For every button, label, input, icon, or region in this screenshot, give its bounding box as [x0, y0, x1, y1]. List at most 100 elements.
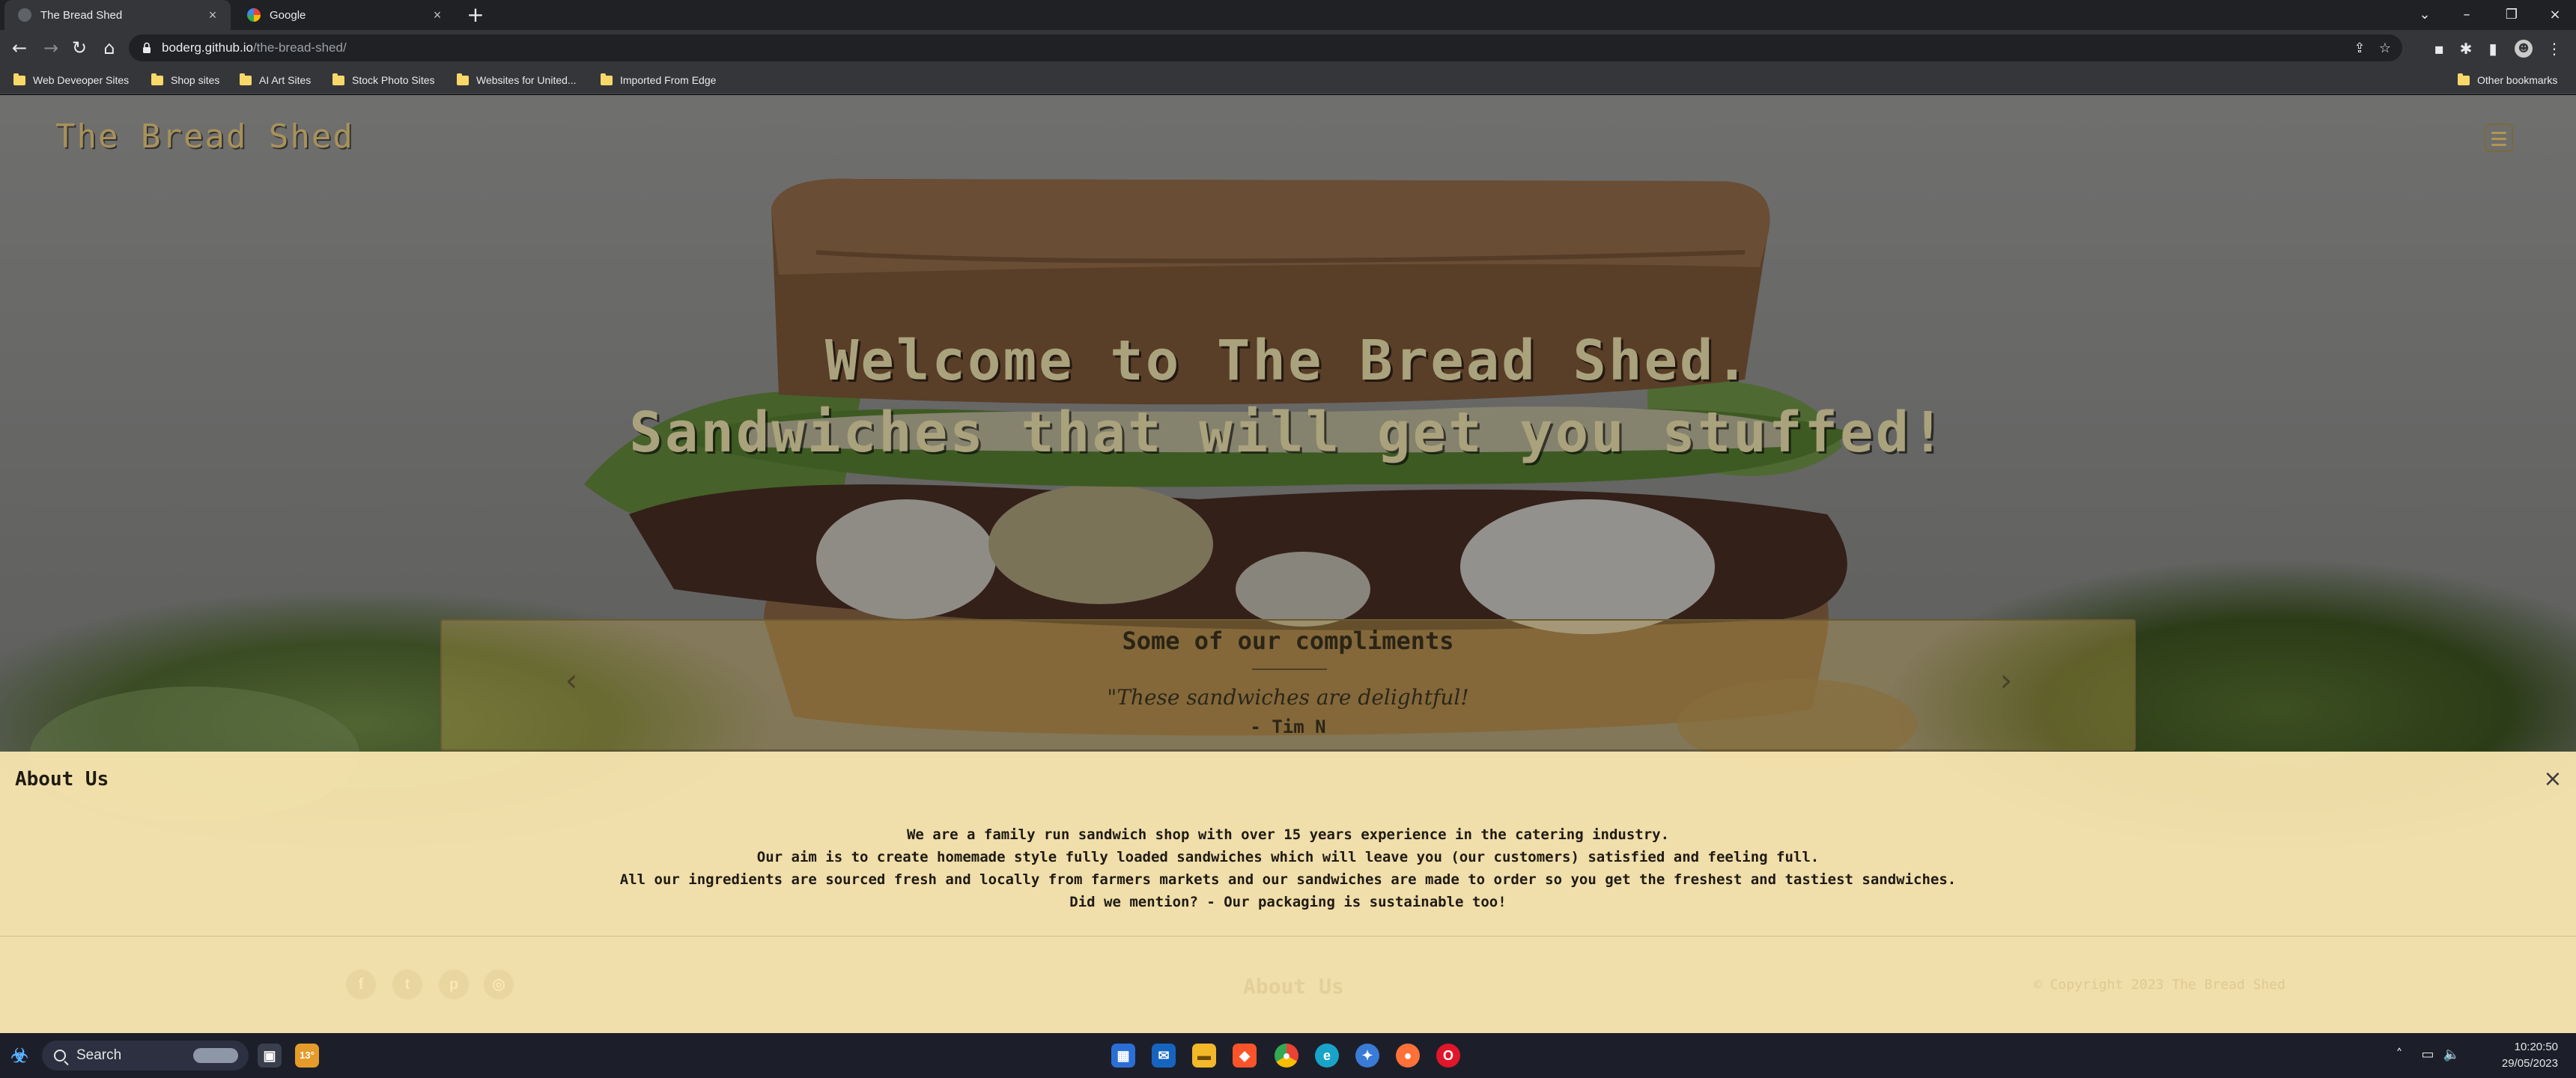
- hero-headline-line2: Sandwiches that will get you stuffed!: [629, 401, 1947, 465]
- carousel-divider: [1252, 669, 1327, 670]
- lock-icon: [143, 42, 151, 53]
- browser-toolbar: ← → ↻ ⌂ boderg.github.io/the-bread-shed/…: [0, 30, 2576, 66]
- bookmark-folder[interactable]: Stock Photo Sites: [332, 70, 435, 90]
- calendar-app-icon[interactable]: ▦: [1111, 1044, 1135, 1068]
- tab-search-chevron-icon[interactable]: ⌄: [2404, 0, 2446, 30]
- facebook-icon[interactable]: f: [346, 969, 376, 999]
- bookmark-label: Shop sites: [171, 74, 220, 86]
- footer-copyright: © Copyright 2023 The Bread Shed: [2034, 977, 2285, 993]
- bookmark-star-icon[interactable]: ☆: [2377, 40, 2393, 57]
- back-icon[interactable]: ←: [7, 36, 31, 60]
- bookmark-folder[interactable]: Imported From Edge: [601, 70, 716, 90]
- share-icon[interactable]: ⇪: [2351, 40, 2368, 57]
- instagram-icon[interactable]: ◎: [484, 969, 514, 999]
- url-text: boderg.github.io/the-bread-shed/: [162, 34, 347, 61]
- about-paragraph: We are a family run sandwich shop with o…: [906, 826, 1670, 843]
- search-highlight-image: [193, 1048, 238, 1063]
- search-icon: [54, 1050, 66, 1062]
- close-window-icon[interactable]: ×: [2534, 0, 2576, 30]
- network-icon[interactable]: ▭: [2417, 1044, 2438, 1066]
- bookmark-label: Stock Photo Sites: [352, 74, 435, 86]
- folder-icon: [457, 73, 469, 85]
- bookmark-label: Imported From Edge: [620, 74, 717, 86]
- mail-icon[interactable]: ✉: [1152, 1044, 1176, 1068]
- about-title: About Us: [15, 768, 109, 791]
- hamburger-menu-button[interactable]: [2485, 124, 2513, 152]
- bookmark-label: Other bookmarks: [2477, 74, 2558, 86]
- brave-browser-icon[interactable]: ◆: [1233, 1044, 1257, 1068]
- profile-avatar[interactable]: ☻: [2515, 40, 2533, 58]
- hamburger-line: [2491, 132, 2506, 134]
- minimize-icon[interactable]: –: [2446, 0, 2488, 30]
- compliment-author: - Tim N: [1250, 716, 1326, 737]
- about-paragraph: Our aim is to create homemade style full…: [756, 849, 1820, 865]
- close-tab-icon[interactable]: ×: [430, 7, 445, 22]
- carousel-prev-icon[interactable]: ‹: [560, 665, 583, 696]
- compliment-quote: "These sandwiches are delightful!: [1107, 685, 1469, 710]
- bookmark-folder[interactable]: AI Art Sites: [240, 70, 311, 90]
- home-icon[interactable]: ⌂: [97, 36, 121, 60]
- bookmark-folder[interactable]: Websites for United...: [457, 70, 577, 90]
- folder-icon: [240, 73, 252, 85]
- tab-google[interactable]: Google ×: [234, 0, 455, 30]
- tab-the-bread-shed[interactable]: The Bread Shed ×: [4, 0, 231, 30]
- clock-date: 29/05/2023: [2501, 1057, 2558, 1070]
- web-page: The Bread Shed Welcome to The Bread Shed…: [0, 95, 2576, 1033]
- extensions-puzzle-icon[interactable]: ✱: [2456, 39, 2476, 58]
- close-icon[interactable]: ×: [2542, 768, 2564, 791]
- url-path: /the-bread-shed/: [252, 40, 347, 55]
- search-label: Search: [76, 1047, 122, 1063]
- system-clock[interactable]: 10:20:50 29/05/2023: [2468, 1039, 2558, 1072]
- browser-tabstrip: The Bread Shed × Google × + ⌄ – ❐ ×: [0, 0, 2576, 30]
- firefox-icon[interactable]: ●: [1396, 1044, 1420, 1068]
- panel-divider: [0, 936, 2576, 937]
- hamburger-line: [2491, 138, 2506, 140]
- bookmark-folder[interactable]: Web Deveoper Sites: [13, 70, 129, 90]
- hamburger-line: [2491, 144, 2506, 146]
- weather-widget[interactable]: 13°: [295, 1044, 319, 1068]
- pinterest-icon[interactable]: p: [439, 969, 469, 999]
- footer-about-link[interactable]: About Us: [1243, 974, 1344, 999]
- windows-taskbar: ☣ Search ▣ 13° ▦ ✉ ▬ ◆ ● e ✦ ● O ˄ ▭ 🔈 1…: [0, 1033, 2576, 1078]
- task-view-icon[interactable]: ▣: [258, 1044, 282, 1068]
- about-paragraph: All our ingredients are sourced fresh an…: [619, 871, 1957, 888]
- new-tab-button[interactable]: +: [463, 3, 488, 28]
- twitter-icon[interactable]: t: [392, 969, 422, 999]
- other-bookmarks[interactable]: Other bookmarks: [2458, 70, 2557, 90]
- file-explorer-icon[interactable]: ▬: [1192, 1044, 1216, 1068]
- extension-icon[interactable]: ▪: [2429, 39, 2449, 58]
- bookmark-label: AI Art Sites: [259, 74, 312, 86]
- folder-icon: [13, 73, 25, 85]
- thunderbird-icon[interactable]: ✦: [1355, 1044, 1379, 1068]
- start-icon[interactable]: ☣: [7, 1044, 31, 1068]
- tray-chevron-icon[interactable]: ˄: [2389, 1044, 2410, 1066]
- compliments-carousel: Some of our compliments "These sandwiche…: [440, 619, 2136, 751]
- folder-icon: [2458, 73, 2470, 85]
- address-bar[interactable]: boderg.github.io/the-bread-shed/ ⇪ ☆: [129, 34, 2402, 61]
- chrome-icon[interactable]: ●: [1275, 1044, 1298, 1068]
- google-icon: [247, 8, 261, 22]
- forward-icon[interactable]: →: [39, 36, 63, 60]
- menu-kebab-icon[interactable]: ⋮: [2545, 39, 2564, 58]
- site-logo[interactable]: The Bread Shed: [55, 118, 354, 156]
- reload-icon[interactable]: ↻: [67, 36, 91, 60]
- folder-icon: [601, 73, 613, 85]
- side-panel-icon[interactable]: ▮: [2483, 39, 2503, 58]
- clock-time: 10:20:50: [2514, 1041, 2558, 1053]
- close-tab-icon[interactable]: ×: [205, 7, 220, 22]
- edge-icon[interactable]: e: [1315, 1044, 1339, 1068]
- about-paragraph: Did we mention? - Our packaging is susta…: [1069, 894, 1507, 910]
- opera-icon[interactable]: O: [1436, 1044, 1460, 1068]
- bookmarks-bar: Web Deveoper Sites Shop sites AI Art Sit…: [0, 66, 2576, 94]
- about-text: We are a family run sandwich shop with o…: [0, 823, 2576, 913]
- bookmark-folder[interactable]: Shop sites: [151, 70, 219, 90]
- tab-title: Google: [270, 8, 306, 22]
- restore-icon[interactable]: ❐: [2491, 0, 2533, 30]
- folder-icon: [151, 73, 163, 85]
- url-host: boderg.github.io: [162, 40, 253, 55]
- globe-icon: [18, 8, 31, 22]
- bookmark-label: Web Deveoper Sites: [33, 74, 130, 86]
- tab-title: The Bread Shed: [40, 8, 123, 22]
- carousel-next-icon[interactable]: ›: [1995, 665, 2017, 696]
- volume-icon[interactable]: 🔈: [2441, 1044, 2462, 1066]
